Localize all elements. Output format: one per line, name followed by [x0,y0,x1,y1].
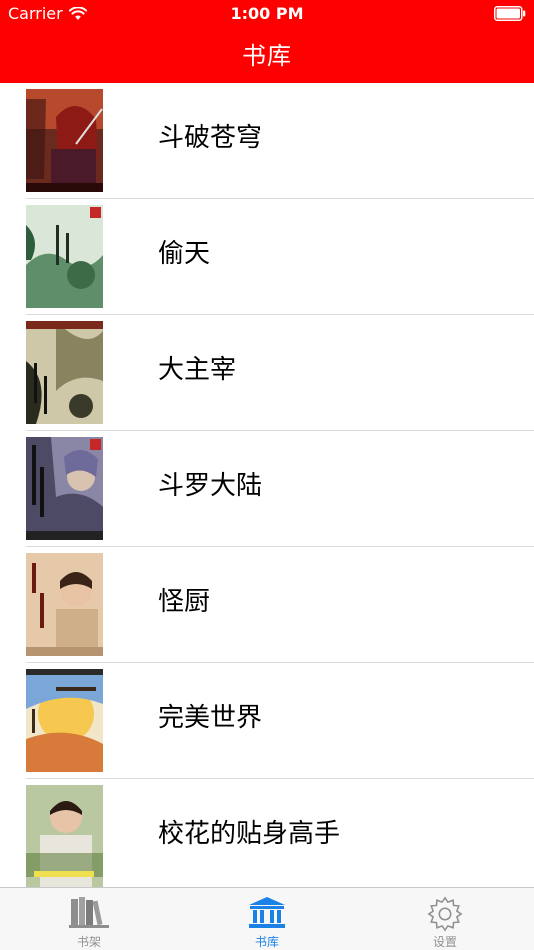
navigation-header: Carrier 1:00 PM 书库 [0,0,534,83]
book-row[interactable]: 完美世界 [0,663,534,779]
book-list: 斗破苍穹 偷天 大主宰 斗罗大陆 怪厨 完美世界 校花的贴身高手 [0,83,534,887]
gear-icon [427,896,463,932]
book-title: 斗罗大陆 [158,471,263,501]
tab-label: 书库 [254,935,279,949]
tab-settings[interactable]: 设置 [356,888,534,950]
book-row[interactable]: 怪厨 [0,547,534,663]
tab-library[interactable]: 书库 [178,888,356,950]
book-cover [26,205,103,308]
book-row[interactable]: 斗罗大陆 [0,431,534,547]
book-row[interactable]: 大主宰 [0,315,534,431]
book-row[interactable]: 斗破苍穹 [0,83,534,199]
tab-bar: 书架 书库 设置 [0,887,534,950]
tab-label: 设置 [432,935,457,949]
book-title: 怪厨 [158,587,211,617]
tab-bookshelf[interactable]: 书架 [0,888,178,950]
book-title: 校花的贴身高手 [158,819,341,849]
status-bar: Carrier 1:00 PM [0,0,534,28]
status-time: 1:00 PM [230,4,304,23]
book-cover [26,785,103,887]
library-icon [249,897,285,928]
app-screen: Carrier 1:00 PM 书库 斗破苍穹 偷天 大主宰 斗罗大陆 怪厨 完… [0,0,534,950]
book-cover [26,89,103,192]
book-row[interactable]: 校花的贴身高手 [0,779,534,887]
book-title: 斗破苍穹 [158,123,263,153]
book-row[interactable]: 偷天 [0,199,534,315]
book-title: 偷天 [158,239,211,269]
book-cover [26,321,103,424]
battery-icon [494,6,526,21]
book-cover [26,553,103,656]
book-title: 大主宰 [158,355,237,385]
book-cover [26,669,103,772]
bookshelf-icon [69,897,109,928]
book-title: 完美世界 [158,703,263,733]
page-title: 书库 [242,42,292,70]
book-cover [26,437,103,540]
tab-label: 书架 [76,935,101,949]
